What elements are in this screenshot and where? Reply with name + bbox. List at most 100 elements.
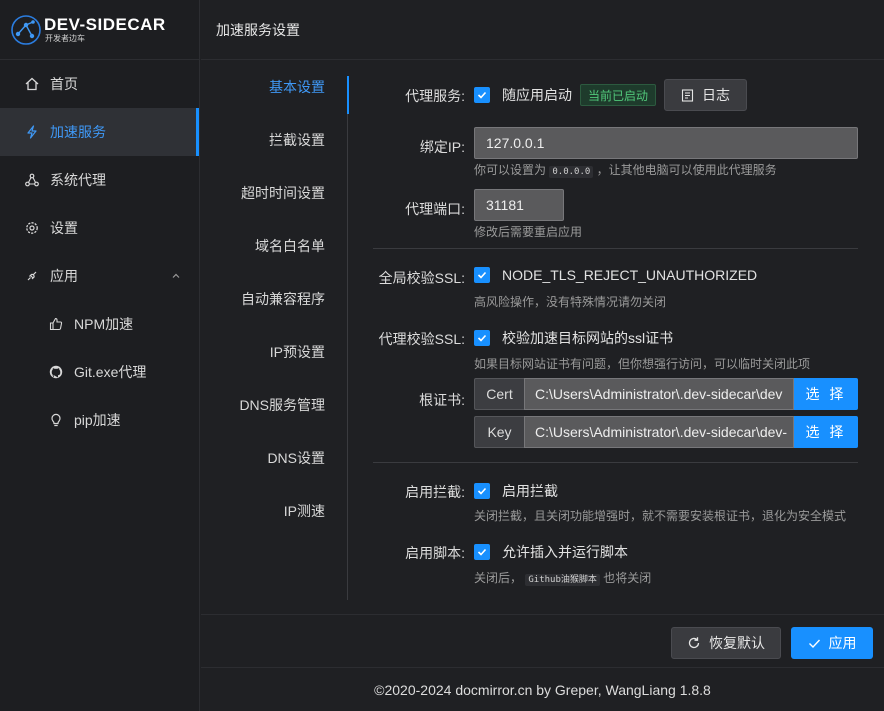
bind-ip-hint: 你可以设置为 0.0.0.0 ，让其他电脑可以使用此代理服务 [474,161,777,178]
script-hint-code: Github油猴脚本 [525,574,600,586]
sidebar-item-settings[interactable]: 设置 [0,204,199,252]
section-divider [373,462,858,463]
sidebar-item-label: pip加速 [74,412,121,428]
sidebar-item-label: 应用 [50,268,78,284]
github-icon [48,364,64,380]
script-hint-text: 关闭后， [474,571,523,585]
tab-dns-server[interactable]: DNS服务管理 [201,378,349,431]
thunderbolt-icon [24,124,40,140]
tab-basic[interactable]: 基本设置 [201,60,349,113]
autostart-checkbox-label: 随应用启动 [502,87,572,103]
sidebar-item-pip[interactable]: pip加速 [0,396,199,444]
tab-divider [347,114,348,600]
tab-compatible[interactable]: 自动兼容程序 [201,272,349,325]
sidebar-item-label: 设置 [50,220,78,236]
cert-path-input[interactable]: C:\Users\Administrator\.dev-sidecar\dev [524,378,794,410]
tab-timeout[interactable]: 超时时间设置 [201,166,349,219]
home-icon [24,76,40,92]
intercept-checkbox[interactable] [474,483,490,499]
page-header: 加速服务设置 [201,0,884,60]
bind-ip-hint-code: 0.0.0.0 [549,166,594,178]
proxy-ssl-checkbox[interactable] [474,330,490,346]
proxy-ssl-checkbox-label: 校验加速目标网站的ssl证书 [502,330,674,346]
check-icon [477,487,487,495]
proxy-port-label: 代理端口: [405,201,465,217]
reset-default-button[interactable]: 恢复默认 [671,627,781,659]
sidebar-item-label: NPM加速 [74,316,134,332]
tab-whitelist[interactable]: 域名白名单 [201,219,349,272]
key-pick-button[interactable]: 选 择 [794,416,858,448]
sidebar-item-npm[interactable]: NPM加速 [0,300,199,348]
file-text-icon [681,88,694,102]
sidebar-item-home[interactable]: 首页 [0,60,199,108]
sidebar-item-git[interactable]: Git.exe代理 [0,348,199,396]
apps-submenu: NPM加速 Git.exe代理 pip加速 [0,300,199,444]
global-ssl-checkbox[interactable] [474,267,490,283]
bind-ip-hint-text-after: ，让其他电脑可以使用此代理服务 [596,163,777,177]
intercept-hint: 关闭拦截，且关闭功能增强时，就不需要安装根证书，退化为安全模式 [474,509,847,523]
proxy-ssl-hint: 如果目标网站证书有问题，但你想强行访问，可以临时关闭此项 [474,357,811,371]
thumbs-up-icon [48,316,64,332]
cert-addon: Cert [474,378,524,410]
sidebar-item-label: Git.exe代理 [74,364,147,380]
tab-preset-ip[interactable]: IP预设置 [201,325,349,378]
reset-default-label: 恢复默认 [709,635,765,651]
sidebar-item-label: 加速服务 [50,124,106,140]
proxy-port-hint: 修改后需要重启应用 [474,225,583,239]
settings-tabs: 基本设置 拦截设置 超时时间设置 域名白名单 自动兼容程序 IP预设置 DNS服… [201,60,349,600]
autostart-checkbox[interactable] [474,87,490,103]
sidebar-item-system-proxy[interactable]: 系统代理 [0,156,199,204]
cert-pick-button[interactable]: 选 择 [794,378,858,410]
check-icon [477,334,487,342]
bind-ip-input[interactable]: 127.0.0.1 [474,127,858,159]
check-icon [477,271,487,279]
intercept-checkbox-label: 启用拦截 [502,483,558,499]
sidebar-item-acceleration[interactable]: 加速服务 [0,108,199,156]
script-hint: 关闭后， Github油猴脚本 也将关闭 [474,569,651,586]
apply-label: 应用 [828,635,857,651]
sidebar-item-label: 系统代理 [50,172,106,188]
script-checkbox[interactable] [474,544,490,560]
key-addon: Key [474,416,524,448]
script-hint-text-after: 也将关闭 [603,571,652,585]
global-ssl-hint: 高风险操作，没有特殊情况请勿关闭 [474,295,667,309]
reload-icon [687,636,701,650]
bind-ip-label: 绑定IP: [419,139,465,155]
root-cert-label: 根证书: [419,392,465,408]
script-label: 启用脚本: [405,545,465,561]
log-button[interactable]: 日志 [664,79,748,111]
sidebar-item-apps[interactable]: 应用 [0,252,199,300]
proxy-port-input[interactable]: 31181 [474,189,564,221]
script-checkbox-label: 允许插入并运行脚本 [502,544,628,560]
tab-intercept[interactable]: 拦截设置 [201,113,349,166]
check-icon [477,548,487,556]
api-icon [24,268,40,284]
proxy-service-label: 代理服务: [405,88,465,104]
sidebar-item-label: 首页 [50,76,78,92]
check-icon [477,91,487,99]
bulb-icon [48,412,64,428]
sidebar: DEV-SIDECAR 开发者边车 首页 加速服务 系统代理 设置 应用 NPM… [0,0,200,711]
log-button-label: 日志 [702,87,731,103]
logo: DEV-SIDECAR 开发者边车 [0,0,199,60]
key-path-input[interactable]: C:\Users\Administrator\.dev-sidecar\dev- [524,416,794,448]
proxy-ssl-label: 代理校验SSL: [378,331,465,347]
apply-button[interactable]: 应用 [791,627,873,659]
page-title: 加速服务设置 [216,21,300,38]
action-bar: 恢复默认 应用 [201,614,884,668]
tab-ip-speedtest[interactable]: IP测速 [201,484,349,537]
gear-icon [24,220,40,236]
global-ssl-checkbox-label: NODE_TLS_REJECT_UNAUTHORIZED [502,267,758,283]
copyright-footer: ©2020-2024 docmirror.cn by Greper, WangL… [374,681,711,698]
logo-icon [11,14,41,45]
key-path-group: Key C:\Users\Administrator\.dev-sidecar\… [474,416,858,448]
cert-path-group: Cert C:\Users\Administrator\.dev-sidecar… [474,378,858,410]
status-badge: 当前已启动 [580,84,657,106]
tab-dns-settings[interactable]: DNS设置 [201,431,349,484]
chevron-up-icon [171,268,181,284]
share-icon [24,172,40,188]
intercept-label: 启用拦截: [405,484,465,500]
section-divider [373,248,858,249]
global-ssl-label: 全局校验SSL: [378,270,465,286]
bind-ip-hint-text: 你可以设置为 [474,163,547,177]
